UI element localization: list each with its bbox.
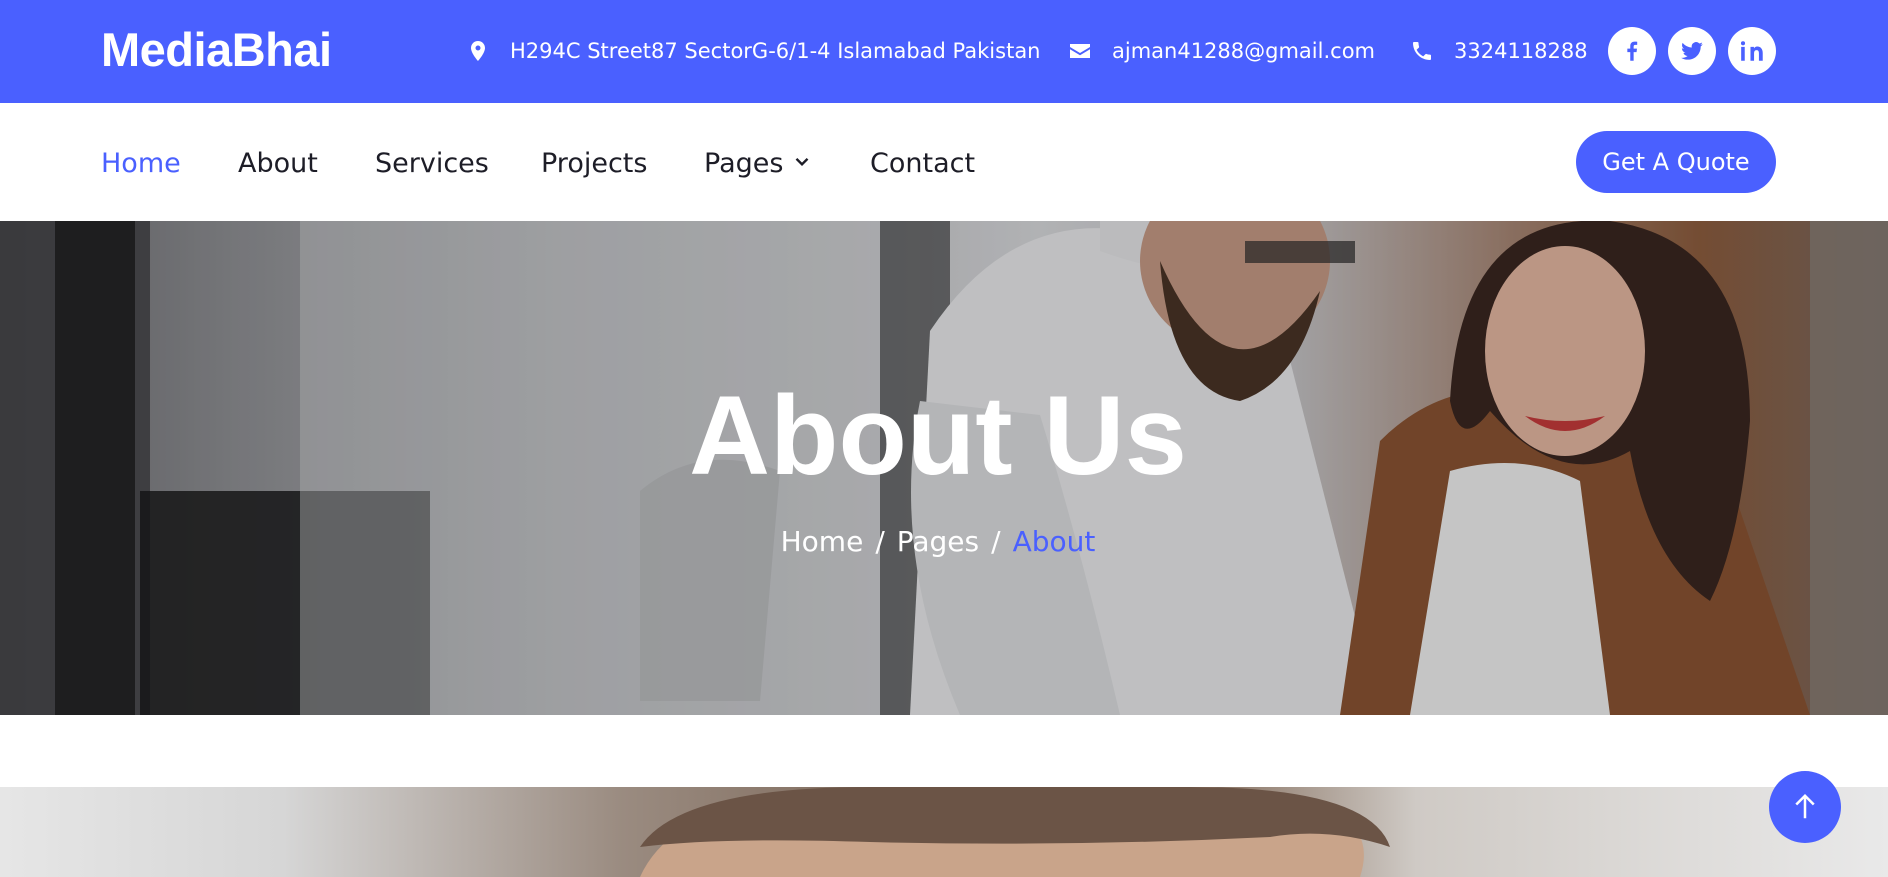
nav-item-home[interactable]: Home [101,141,181,185]
arrow-up-icon [1795,793,1815,819]
breadcrumb-home[interactable]: Home [781,525,864,558]
nav-item-pages-label: Pages [704,147,784,179]
breadcrumb: Home / Pages / About [0,525,1876,558]
envelope-icon [1070,44,1090,58]
facebook-icon [1627,41,1638,61]
get-quote-button[interactable]: Get A Quote [1576,131,1776,193]
phone-icon [1413,42,1431,60]
facebook-button[interactable] [1608,27,1656,75]
email-info[interactable]: ajman41288@gmail.com [1068,34,1375,68]
about-section-photo [0,787,1888,877]
linkedin-button[interactable] [1728,27,1776,75]
breadcrumb-separator: / [991,525,1001,558]
back-to-top-button[interactable] [1769,771,1841,843]
nav-item-projects[interactable]: Projects [541,141,647,185]
address-info: H294C Street87 SectorG-6/1-4 Islamabad P… [466,34,1041,68]
breadcrumb-separator: / [875,525,885,558]
brand-logo[interactable]: MediaBhai [101,22,332,78]
nav-item-pages[interactable]: Pages [704,141,811,185]
portrait-photo [640,787,1390,877]
linkedin-icon [1740,41,1763,61]
map-pin-icon [471,41,485,61]
breadcrumb-current: About [1012,525,1096,558]
page-title: About Us [689,373,1187,498]
address-text: H294C Street87 SectorG-6/1-4 Islamabad P… [510,39,1041,63]
phone-info[interactable]: 3324118288 [1410,34,1588,68]
chevron-down-icon [796,157,809,166]
nav-item-services[interactable]: Services [375,141,489,185]
main-navigation: Home About Services Projects Pages Conta… [0,103,1888,221]
top-bar: MediaBhai H294C Street87 SectorG-6/1-4 I… [0,0,1888,103]
nav-item-contact[interactable]: Contact [870,141,975,185]
phone-text[interactable]: 3324118288 [1454,39,1588,63]
section-spacer [0,715,1888,787]
breadcrumb-pages[interactable]: Pages [897,525,979,558]
nav-item-about[interactable]: About [238,141,318,185]
twitter-icon [1681,42,1703,60]
twitter-button[interactable] [1668,27,1716,75]
page-header-hero: About Us Home / Pages / About [0,221,1888,715]
email-text[interactable]: ajman41288@gmail.com [1112,39,1375,63]
